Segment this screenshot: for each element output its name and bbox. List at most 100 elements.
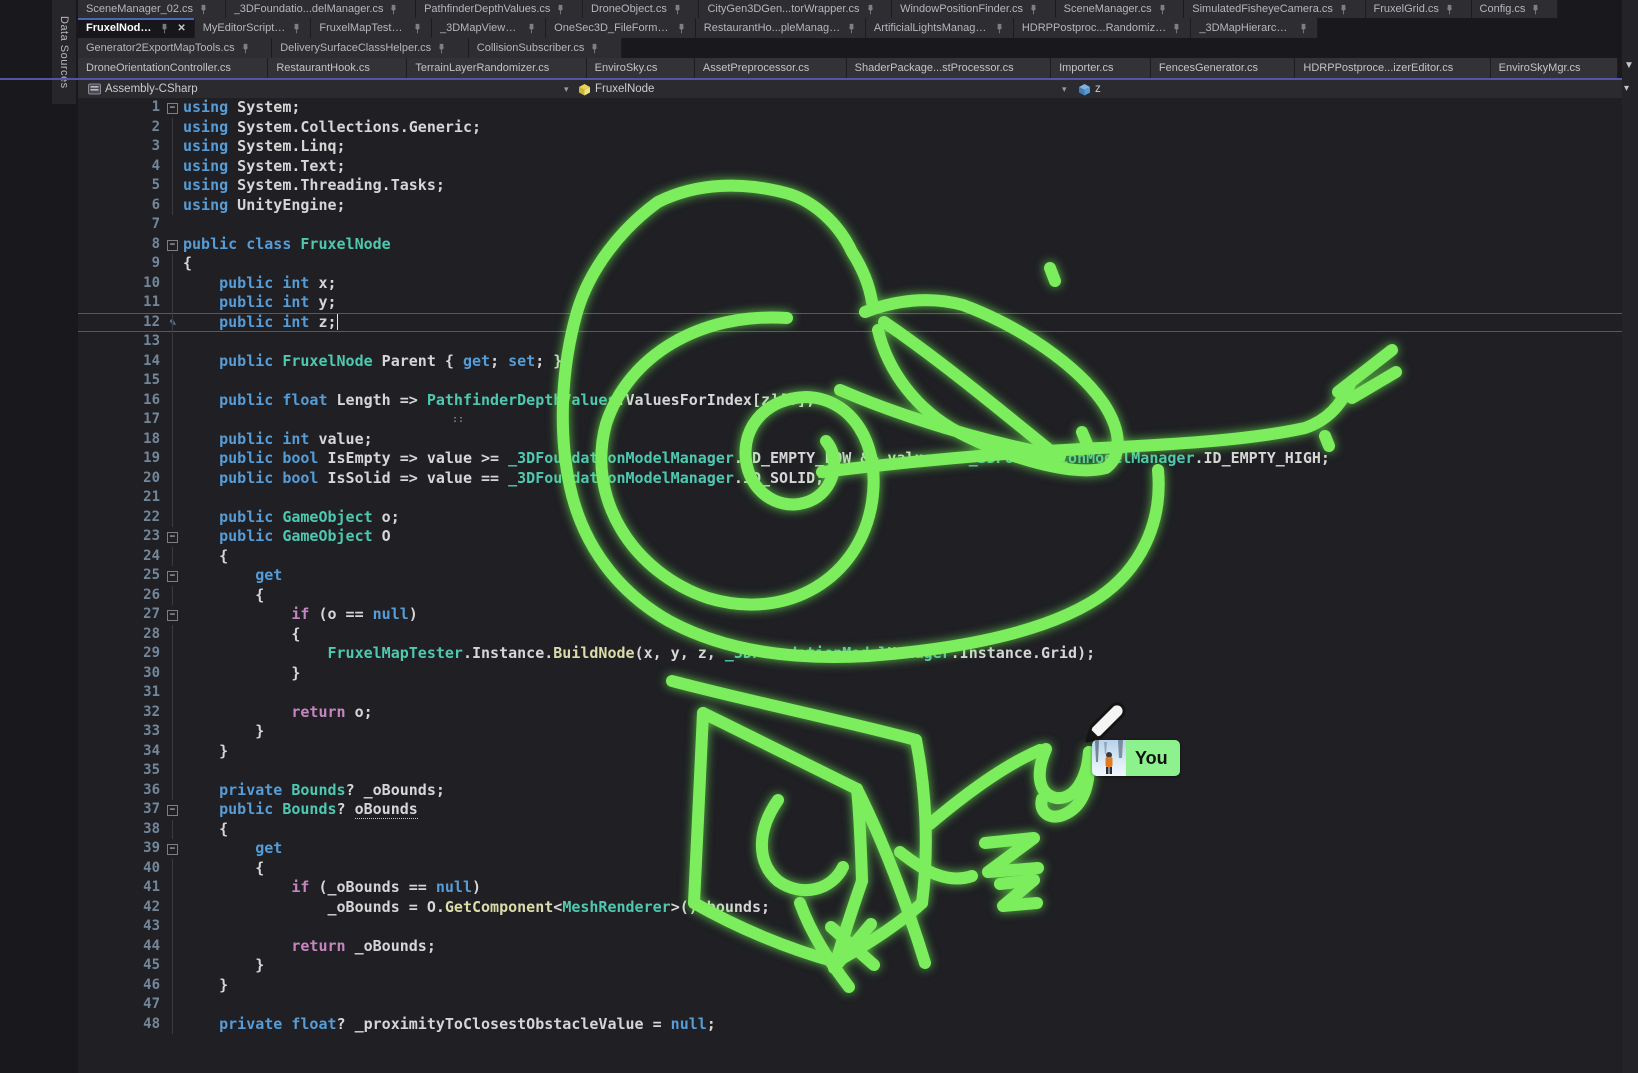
pin-icon[interactable] <box>240 43 251 54</box>
tab-config-cs[interactable]: Config.cs <box>1472 0 1558 18</box>
tab-scenemanager-cs[interactable]: SceneManager.cs <box>1056 0 1185 18</box>
code-line-6[interactable]: 6using UnityEngine; <box>78 196 1638 216</box>
code-line-46[interactable]: 46 } <box>78 976 1638 996</box>
code-line-10[interactable]: 10 public int x; <box>78 274 1638 294</box>
type-dropdown[interactable]: FruxelNode <box>578 80 654 98</box>
tab-pathfinderdepthvalues-cs[interactable]: PathfinderDepthValues.cs <box>416 0 583 18</box>
project-dropdown[interactable]: Assembly-CSharp <box>88 80 198 98</box>
scroll-up-icon[interactable]: ▾ <box>1624 83 1629 94</box>
code-line-17[interactable]: 17 <box>78 410 1638 430</box>
tab-fruxelmaptester-cs[interactable]: FruxelMapTester.cs <box>311 18 432 38</box>
code-line-25[interactable]: 25− get <box>78 566 1638 586</box>
member-dropdown[interactable]: z <box>1078 80 1101 98</box>
tab-importer-cs[interactable]: Importer.cs <box>1051 58 1151 78</box>
code-line-42[interactable]: 42 _oBounds = O.GetComponent<MeshRendere… <box>78 898 1638 918</box>
tab-hdrppostproc-randomizer-cs[interactable]: HDRPPostproc...Randomizer.cs <box>1014 18 1191 38</box>
code-line-22[interactable]: 22 public GameObject o; <box>78 508 1638 528</box>
pin-icon[interactable] <box>291 23 302 34</box>
code-line-7[interactable]: 7 <box>78 215 1638 235</box>
pin-icon[interactable] <box>1157 4 1168 15</box>
tab-shaderpackage-stprocessor-cs[interactable]: ShaderPackage...stProcessor.cs <box>847 58 1051 78</box>
pin-icon[interactable] <box>589 43 600 54</box>
pin-icon[interactable] <box>994 23 1005 34</box>
pin-icon[interactable] <box>1338 4 1349 15</box>
code-line-45[interactable]: 45 } <box>78 956 1638 976</box>
fold-marker[interactable]: − <box>167 571 178 582</box>
code-line-44[interactable]: 44 return _oBounds; <box>78 937 1638 957</box>
tab-overflow-icon[interactable]: ▼ <box>1624 60 1634 71</box>
pin-icon[interactable] <box>412 23 423 34</box>
code-line-48[interactable]: 48 private float? _proximityToClosestObs… <box>78 1015 1638 1035</box>
code-line-11[interactable]: 11 public int y; <box>78 293 1638 313</box>
pin-icon[interactable] <box>1444 4 1455 15</box>
chevron-down-icon[interactable]: ▾ <box>564 80 569 98</box>
tab-deliverysurfaceclasshelper-cs[interactable]: DeliverySurfaceClassHelper.cs <box>272 38 469 58</box>
code-line-2[interactable]: 2using System.Collections.Generic; <box>78 118 1638 138</box>
tab--3dmaphierarchy-cs[interactable]: _3DMapHierarchy.cs <box>1191 18 1318 38</box>
pin-icon[interactable] <box>1028 4 1039 15</box>
code-line-14[interactable]: 14 public FruxelNode Parent { get; set; … <box>78 352 1638 372</box>
code-line-29[interactable]: 29 FruxelMapTester.Instance.BuildNode(x,… <box>78 644 1638 664</box>
code-line-21[interactable]: 21 <box>78 488 1638 508</box>
code-line-37[interactable]: 37− public Bounds? oBounds <box>78 800 1638 820</box>
code-line-9[interactable]: 9{ <box>78 254 1638 274</box>
fold-marker[interactable]: − <box>167 532 178 543</box>
code-line-20[interactable]: 20 public bool IsSolid => value == _3DFo… <box>78 469 1638 489</box>
code-line-15[interactable]: 15 <box>78 371 1638 391</box>
tab-droneorientationcontroller-cs[interactable]: DroneOrientationController.cs <box>78 58 268 78</box>
fold-marker[interactable]: − <box>167 844 178 855</box>
tab--3dfoundatio-delmanager-cs[interactable]: _3DFoundatio...delManager.cs <box>226 0 416 18</box>
pin-icon[interactable] <box>1171 23 1182 34</box>
code-line-23[interactable]: 23− public GameObject O <box>78 527 1638 547</box>
code-line-4[interactable]: 4using System.Text; <box>78 157 1638 177</box>
code-line-19[interactable]: 19 public bool IsEmpty => value >= _3DFo… <box>78 449 1638 469</box>
tab-citygen3dgen-torwrapper-cs[interactable]: CityGen3DGen...torWrapper.cs <box>699 0 892 18</box>
pin-icon[interactable] <box>526 23 537 34</box>
tab-droneobject-cs[interactable]: DroneObject.cs <box>583 0 699 18</box>
tab-onesec3d-fileformat-cs[interactable]: OneSec3D_FileFormat.cs <box>546 18 696 38</box>
tab-scenemanager-02-cs[interactable]: SceneManager_02.cs <box>78 0 226 18</box>
code-line-8[interactable]: 8−public class FruxelNode <box>78 235 1638 255</box>
tab-generator2exportmaptools-cs[interactable]: Generator2ExportMapTools.cs <box>78 38 272 58</box>
code-line-31[interactable]: 31 <box>78 683 1638 703</box>
tab-assetpreprocessor-cs[interactable]: AssetPreprocessor.cs <box>695 58 847 78</box>
pin-icon[interactable] <box>1298 23 1309 34</box>
pin-icon[interactable] <box>436 43 447 54</box>
tab-fruxelnode-cs[interactable]: FruxelNode.cs✕ <box>78 18 195 38</box>
code-line-18[interactable]: 18 public int value; <box>78 430 1638 450</box>
scrollbar-rail[interactable]: ▼ ▾ <box>1622 0 1638 1073</box>
tab-windowpositionfinder-cs[interactable]: WindowPositionFinder.cs <box>892 0 1056 18</box>
code-line-30[interactable]: 30 } <box>78 664 1638 684</box>
pin-icon[interactable] <box>388 4 399 15</box>
fold-marker[interactable]: − <box>167 103 178 114</box>
tab-artificiallightsmanager-cs[interactable]: ArtificialLightsManager.cs <box>866 18 1014 38</box>
code-line-16[interactable]: 16 public float Length => PathfinderDept… <box>78 391 1638 411</box>
code-line-27[interactable]: 27− if (o == null) <box>78 605 1638 625</box>
code-line-5[interactable]: 5using System.Threading.Tasks; <box>78 176 1638 196</box>
tab-restauranthook-cs[interactable]: RestaurantHook.cs <box>268 58 407 78</box>
code-line-1[interactable]: 1−using System; <box>78 98 1638 118</box>
code-line-34[interactable]: 34 } <box>78 742 1638 762</box>
code-line-12[interactable]: 12✎ public int z; <box>78 313 1638 333</box>
tab-collisionsubscriber-cs[interactable]: CollisionSubscriber.cs <box>469 38 622 58</box>
code-line-41[interactable]: 41 if (_oBounds == null) <box>78 878 1638 898</box>
tab-restaurantho-plemanager-cs[interactable]: RestaurantHo...pleManager.cs <box>696 18 866 38</box>
code-line-38[interactable]: 38 { <box>78 820 1638 840</box>
tab-enviroskymgr-cs[interactable]: EnviroSkyMgr.cs <box>1491 58 1618 78</box>
pin-icon[interactable] <box>865 4 876 15</box>
pin-icon[interactable] <box>198 4 209 15</box>
code-line-28[interactable]: 28 { <box>78 625 1638 645</box>
code-editor[interactable]: 1−using System;2using System.Collections… <box>78 98 1638 1073</box>
tab-hdrppostproce-izereditor-cs[interactable]: HDRPPostproce...izerEditor.cs <box>1295 58 1490 78</box>
code-line-40[interactable]: 40 { <box>78 859 1638 879</box>
fold-marker[interactable]: − <box>167 805 178 816</box>
code-line-36[interactable]: 36 private Bounds? _oBounds; <box>78 781 1638 801</box>
code-line-43[interactable]: 43 <box>78 917 1638 937</box>
tab-fencesgenerator-cs[interactable]: FencesGenerator.cs <box>1151 58 1296 78</box>
tab-envirosky-cs[interactable]: EnviroSky.cs <box>587 58 695 78</box>
code-line-3[interactable]: 3using System.Linq; <box>78 137 1638 157</box>
pin-icon[interactable] <box>846 23 857 34</box>
code-line-35[interactable]: 35 <box>78 761 1638 781</box>
code-line-32[interactable]: 32 return o; <box>78 703 1638 723</box>
code-line-26[interactable]: 26 { <box>78 586 1638 606</box>
